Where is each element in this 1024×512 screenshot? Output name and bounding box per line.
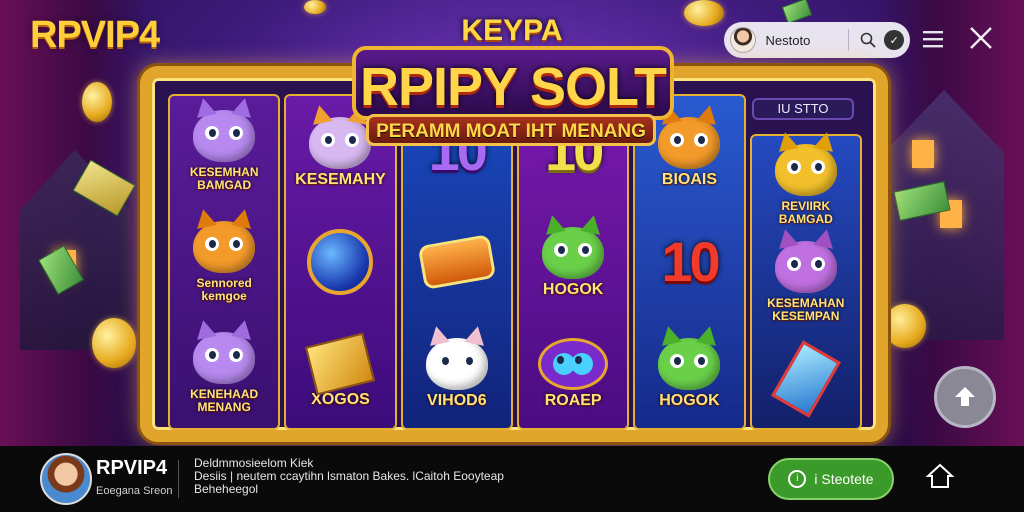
symbol-label: VIHOD6 [427, 392, 487, 410]
promo-subtitle: Eoegana Sreon [96, 485, 173, 497]
cat-icon [774, 143, 837, 196]
cat-icon [774, 240, 837, 293]
slot-symbol[interactable]: XOGOS [293, 326, 387, 420]
cat-icon [542, 227, 605, 280]
symbol-label: ROAEP [544, 392, 602, 410]
promo-description: Deldmmosieelom Kiek Desiis | neutem ccay… [194, 457, 714, 496]
promo-title: RPVIP4 [96, 457, 168, 479]
cat-icon [193, 110, 256, 163]
cta-label: i Steotete [814, 471, 874, 487]
scroll-up-button[interactable] [934, 366, 996, 428]
home-icon[interactable] [925, 462, 955, 490]
symbol-label: KESEMHAN BAMGAD [189, 165, 259, 193]
coin-decoration [92, 318, 136, 368]
slot-symbol[interactable]: ROAEP [526, 326, 620, 420]
slot-symbol[interactable]: HOGOK [642, 326, 736, 420]
symbol-label: KESEMAHY [295, 170, 386, 188]
slot-symbol[interactable]: REVIIRK BAMGAD [759, 138, 853, 232]
cat-icon [658, 116, 721, 169]
reel-column: REVIIRK BAMGAD KESEMAHAN KESEMPAN [749, 134, 862, 430]
coin-decoration [304, 0, 326, 14]
cat-icon [425, 338, 488, 391]
coin-decoration [884, 304, 926, 348]
symbol-label: BIOAIS [661, 170, 718, 188]
slot-symbol[interactable]: VIHOD6 [410, 326, 504, 420]
slot-symbol[interactable]: KESEMAHAN KESEMPAN [759, 235, 853, 329]
game-title-main: RPIPY SOLT [352, 46, 674, 120]
slot-symbol[interactable]: KENEHAAD MENANG [177, 326, 271, 420]
slot-symbol[interactable]: HOGOK [526, 215, 620, 309]
coin-decoration [82, 82, 112, 122]
bottom-divider [178, 460, 179, 498]
symbol-label: HOGOK [542, 281, 604, 299]
slot-symbol[interactable]: KESEMHAN BAMGAD [177, 104, 271, 198]
symbol-label: REVIIRK BAMGAD [778, 198, 833, 226]
ten-symbol: 10 [661, 229, 720, 293]
eyes-icon [538, 338, 609, 391]
symbol-label: KENEHAAD MENANG [190, 386, 259, 414]
cat-icon [309, 116, 372, 169]
reel-header-label: IU STTO [752, 98, 854, 120]
ball-icon [307, 228, 374, 295]
promo-desc-line: Desiis | neutem ccaytihn lsmaton Bakes. … [194, 469, 504, 483]
game-banner: PERAMM MOAT IHT MENANG [366, 114, 656, 146]
slot-symbol[interactable]: Sennored kemgoe [177, 215, 271, 309]
symbol-label: KESEMAHAN KESEMPAN [767, 295, 845, 323]
symbol-label: HOGOK [659, 392, 720, 410]
slot-symbol[interactable] [293, 215, 387, 309]
card-icon [770, 340, 841, 419]
cat-icon [193, 331, 256, 384]
symbol-label: Sennored kemgoe [196, 275, 252, 303]
promo-desc-line: Beheheegol [194, 482, 259, 496]
arrow-up-icon [955, 387, 975, 406]
cta-icon: i [788, 470, 807, 488]
bar-icon [417, 234, 497, 290]
slot-symbol[interactable] [410, 215, 504, 309]
promo-avatar [40, 453, 92, 505]
window-light [912, 140, 934, 168]
game-title-small: KEYPA [461, 14, 563, 47]
cat-icon [658, 338, 721, 391]
bottom-bar: RPVIP4 Eoegana Sreon Deldmmosieelom Kiek… [0, 446, 1024, 512]
slot-symbol[interactable] [759, 332, 853, 426]
cta-button[interactable]: i i Steotete [768, 458, 894, 500]
gold-icon [305, 332, 376, 396]
slot-symbol[interactable]: 10 [642, 215, 736, 309]
symbol-label: XOGOS [311, 391, 370, 409]
reel-column: KESEMHAN BAMGAD Sennored kemgoe KENEHAAD M… [168, 94, 281, 430]
cat-icon [193, 220, 256, 273]
